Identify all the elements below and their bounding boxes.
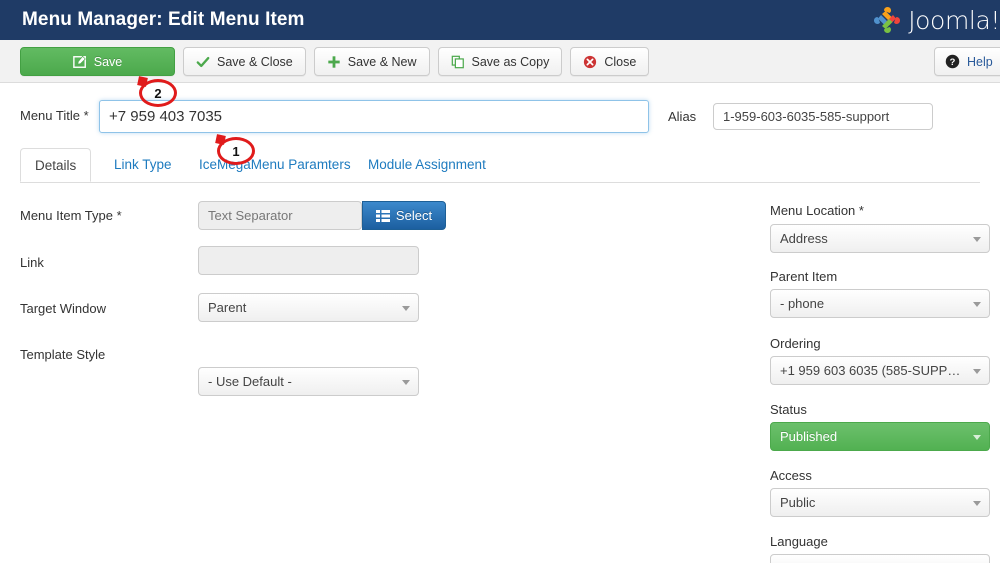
alias-input[interactable] — [713, 103, 933, 130]
toolbar: Save Save & Close Save & New Save as Cop… — [0, 40, 1000, 83]
select-menu-item-type-button[interactable]: Select — [362, 201, 446, 230]
access-value: Public — [780, 495, 816, 510]
page-title: Menu Manager: Edit Menu Item — [22, 9, 305, 30]
template-style-value: - Use Default - — [208, 374, 292, 389]
joomla-admin-screen: Menu Manager: Edit Menu Item Joomla! Sav… — [0, 0, 1000, 563]
save-button[interactable]: Save — [20, 47, 175, 76]
pencil-square-icon — [72, 55, 87, 69]
template-style-label: Template Style — [20, 347, 106, 362]
ordering-select[interactable]: +1 959 603 6035 (585-SUPP… — [770, 356, 990, 385]
chevron-down-icon — [973, 301, 981, 307]
check-icon — [196, 55, 210, 69]
chevron-down-icon — [973, 500, 981, 506]
annotation-marker-1: 1 — [217, 137, 255, 165]
status-label: Status — [770, 402, 807, 417]
access-select[interactable]: Public — [770, 488, 990, 517]
toolbar-button-group: Save Save & Close Save & New Save as Cop… — [20, 47, 650, 76]
save-and-new-label: Save & New — [347, 54, 417, 69]
chevron-down-icon — [973, 236, 981, 242]
save-as-copy-label: Save as Copy — [471, 54, 550, 69]
language-select[interactable]: All — [770, 554, 990, 563]
parent-item-label: Parent Item — [770, 269, 838, 284]
target-window-select[interactable]: Parent — [198, 293, 419, 322]
language-label: Language — [770, 534, 828, 549]
tab-details[interactable]: Details — [20, 148, 92, 182]
help-circle-icon: ? — [945, 54, 960, 69]
tab-link-type[interactable]: Link Type — [100, 148, 186, 182]
parent-item-value: - phone — [780, 296, 825, 311]
target-window-label: Target Window — [20, 301, 106, 316]
tab-icemegamenu-paramters[interactable]: IceMegaMenu Paramters — [185, 148, 365, 182]
help-button[interactable]: ? Help — [934, 47, 1000, 76]
list-grid-icon — [375, 209, 390, 222]
template-style-select[interactable]: - Use Default - — [198, 367, 419, 396]
ordering-value: +1 959 603 6035 (585-SUPP… — [780, 363, 961, 378]
joomla-brand: Joomla! — [870, 4, 1000, 36]
select-button-label: Select — [395, 208, 433, 223]
save-and-close-label: Save & Close — [217, 54, 293, 69]
brand-name: Joomla! — [908, 5, 1000, 35]
close-button-label: Close — [604, 54, 637, 69]
chevron-down-icon — [402, 379, 410, 385]
close-circle-icon — [583, 55, 597, 69]
ordering-label: Ordering — [770, 336, 821, 351]
app-header: Menu Manager: Edit Menu Item Joomla! — [0, 0, 1000, 40]
annotation-marker-2: 2 — [139, 79, 177, 107]
link-value — [198, 246, 419, 275]
save-as-copy-button[interactable]: Save as Copy — [437, 47, 563, 76]
chevron-down-icon — [973, 434, 981, 440]
menu-item-type-label: Menu Item Type * — [20, 208, 122, 223]
help-button-label: Help — [967, 54, 993, 69]
menu-title-label: Menu Title * — [20, 108, 89, 123]
status-select[interactable]: Published — [770, 422, 990, 451]
tab-module-assignment[interactable]: Module Assignment — [354, 148, 500, 182]
tab-bar: Details Link Type IceMegaMenu Paramters … — [20, 148, 980, 183]
menu-title-input[interactable] — [99, 100, 649, 133]
menu-location-select[interactable]: Address — [770, 224, 990, 253]
chevron-down-icon — [402, 305, 410, 311]
chevron-down-icon — [973, 368, 981, 374]
link-label: Link — [20, 255, 44, 270]
plus-icon — [327, 55, 341, 69]
parent-item-select[interactable]: - phone — [770, 289, 990, 318]
copy-icon — [451, 55, 465, 69]
save-and-close-button[interactable]: Save & Close — [183, 47, 306, 76]
menu-location-label: Menu Location * — [770, 203, 864, 218]
menu-item-type-value: Text Separator — [198, 201, 362, 230]
access-label: Access — [770, 468, 812, 483]
status-badge: Published — [780, 429, 838, 444]
alias-label: Alias — [668, 109, 697, 124]
svg-text:?: ? — [950, 57, 956, 67]
menu-location-value: Address — [780, 231, 828, 246]
save-and-new-button[interactable]: Save & New — [313, 47, 430, 76]
close-button[interactable]: Close — [570, 47, 650, 76]
joomla-logo-icon — [874, 7, 901, 33]
save-button-label: Save — [93, 54, 123, 69]
target-window-value: Parent — [208, 300, 247, 315]
